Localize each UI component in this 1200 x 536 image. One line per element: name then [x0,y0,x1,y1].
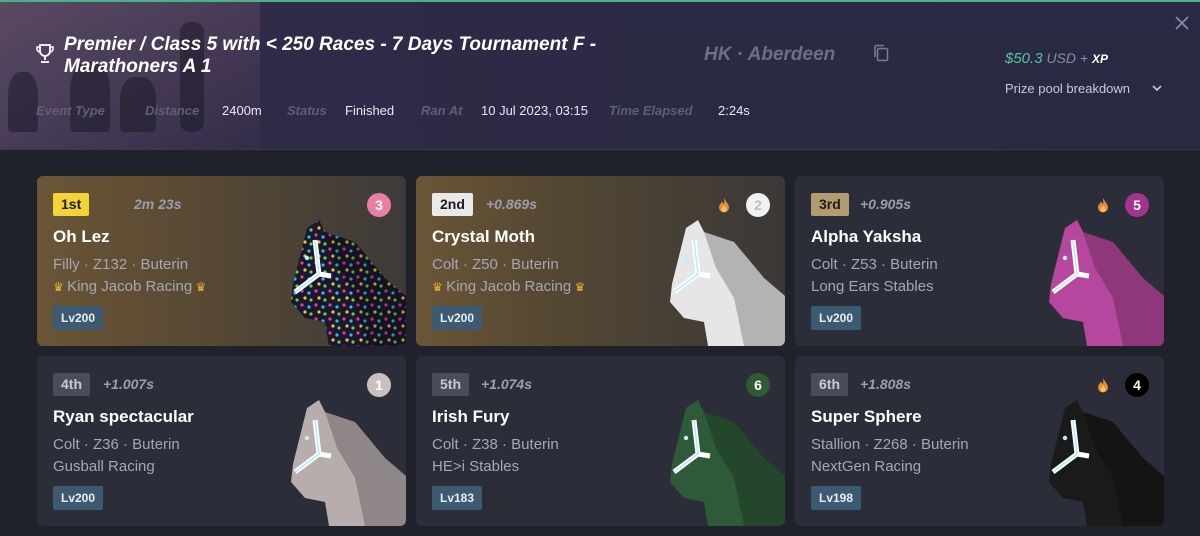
meta-distance-value: 2400m [222,103,262,118]
level-badge: Lv200 [53,306,104,330]
stable-label: HE>i Stables [432,458,520,475]
prize-currency: USD [1046,50,1076,66]
race-header: Premier / Class 5 with < 250 Races - 7 D… [0,0,1200,150]
gate-number: 5 [1125,193,1149,217]
meta-status-label: Status [287,103,327,118]
stable-label: King Jacob Racing [67,278,193,295]
horse-portrait [291,220,406,346]
flame-icon [1098,198,1108,213]
result-card[interactable]: 5th +1.074s 6 Irish Fury Colt · Z38 · Buteri… [416,356,785,526]
place-badge: 1st [53,193,90,216]
prize-breakdown-toggle[interactable]: Prize pool breakdown [1005,81,1130,96]
horse-name[interactable]: Ryan spectacular [53,407,194,427]
crown-icon: ♛ [53,280,68,294]
meta-ran-at-value: 10 Jul 2023, 03:15 [481,103,588,118]
gate-number: 4 [1125,373,1149,397]
result-card[interactable]: 4th +1.007s 1 Ryan spectacular Colt · Z36 · … [37,356,406,526]
result-card[interactable]: 6th +1.808s 4 Super Sphere Stallion · Z268 ·… [795,356,1164,526]
result-card[interactable]: 3rd +0.905s 5 Alpha Yaksha Colt · Z53 · Bute… [795,176,1164,346]
level-badge: Lv200 [811,306,862,330]
horse-portrait [670,220,785,346]
finish-gap: +0.905s [860,196,911,212]
place-badge: 4th [53,373,90,396]
crown-icon: ♛ [432,280,447,294]
close-icon[interactable] [1174,15,1190,31]
prize-amount: $50.3 [1005,50,1043,67]
meta-time-elapsed-label: Time Elapsed [609,103,693,118]
stable-label: NextGen Racing [811,458,922,475]
meta-ran-at-label: Ran At [421,103,463,118]
stable-name[interactable]: HE>i Stables [432,458,519,475]
place-badge: 2nd [432,193,473,216]
meta-distance-label: Distance [145,103,200,118]
stable-name[interactable]: ♛ King Jacob Racing ♛ [432,278,585,295]
finish-gap: 2m 23s [134,196,182,212]
race-location: HK · Aberdeen [704,44,836,65]
horse-info: Stallion · Z268 · Buterin [811,436,969,453]
horse-portrait [670,400,785,526]
stable-label: Gusball Racing [53,458,155,475]
horse-name[interactable]: Irish Fury [432,407,509,427]
level-badge: Lv200 [53,486,104,510]
horse-info: Colt · Z36 · Buterin [53,436,180,453]
horse-name[interactable]: Super Sphere [811,407,922,427]
stable-label: King Jacob Racing [446,278,572,295]
meta-event-type-label: Event Type [36,103,105,118]
prize-xp: XP [1091,52,1108,66]
crown-icon: ♛ [192,280,207,294]
chevron-down-icon[interactable] [1151,82,1163,94]
stable-name[interactable]: Gusball Racing [53,458,155,475]
horse-info: Colt · Z50 · Buterin [432,256,559,273]
gate-number: 1 [367,373,391,397]
meta-time-elapsed-value: 2:24s [718,103,750,118]
result-card[interactable]: 2nd +0.869s 2 Crystal Moth Colt · Z50 · Bute… [416,176,785,346]
finish-gap: +0.869s [486,196,537,212]
gate-number: 6 [746,373,770,397]
stable-name[interactable]: Long Ears Stables [811,278,934,295]
horse-name[interactable]: Alpha Yaksha [811,227,921,247]
place-badge: 5th [432,373,469,396]
stable-name[interactable]: NextGen Racing [811,458,921,475]
copy-icon[interactable] [873,44,889,62]
flame-icon [1098,378,1108,393]
flame-icon [719,198,729,213]
gate-number: 3 [367,193,391,217]
horse-info: Colt · Z38 · Buterin [432,436,559,453]
meta-status-value: Finished [345,103,395,118]
stable-name[interactable]: ♛ King Jacob Racing ♛ [53,278,206,295]
level-badge: Lv200 [432,306,483,330]
stable-label: Long Ears Stables [811,278,934,295]
race-title: Premier / Class 5 with < 250 Races - 7 D… [64,34,597,77]
place-badge: 3rd [811,193,849,216]
prize-pool: $50.3 USD + XP [1005,50,1108,67]
result-card[interactable]: 1st 2m 23s 3 Oh Lez Filly · Z132 · Buterin ♛ … [37,176,406,346]
horse-portrait [1049,220,1164,346]
place-badge: 6th [811,373,848,396]
level-badge: Lv198 [811,486,862,510]
prize-plus: + [1079,50,1089,66]
finish-gap: +1.808s [860,376,911,392]
trophy-icon [36,44,54,63]
horse-name[interactable]: Crystal Moth [432,227,535,247]
horse-info: Colt · Z53 · Buterin [811,256,938,273]
gate-number: 2 [746,193,770,217]
horse-portrait [1049,400,1164,526]
crown-icon: ♛ [571,280,586,294]
finish-gap: +1.074s [481,376,532,392]
finish-gap: +1.007s [103,376,154,392]
horse-portrait [291,400,406,526]
horse-name[interactable]: Oh Lez [53,227,110,247]
level-badge: Lv183 [432,486,483,510]
horse-info: Filly · Z132 · Buterin [53,256,189,273]
